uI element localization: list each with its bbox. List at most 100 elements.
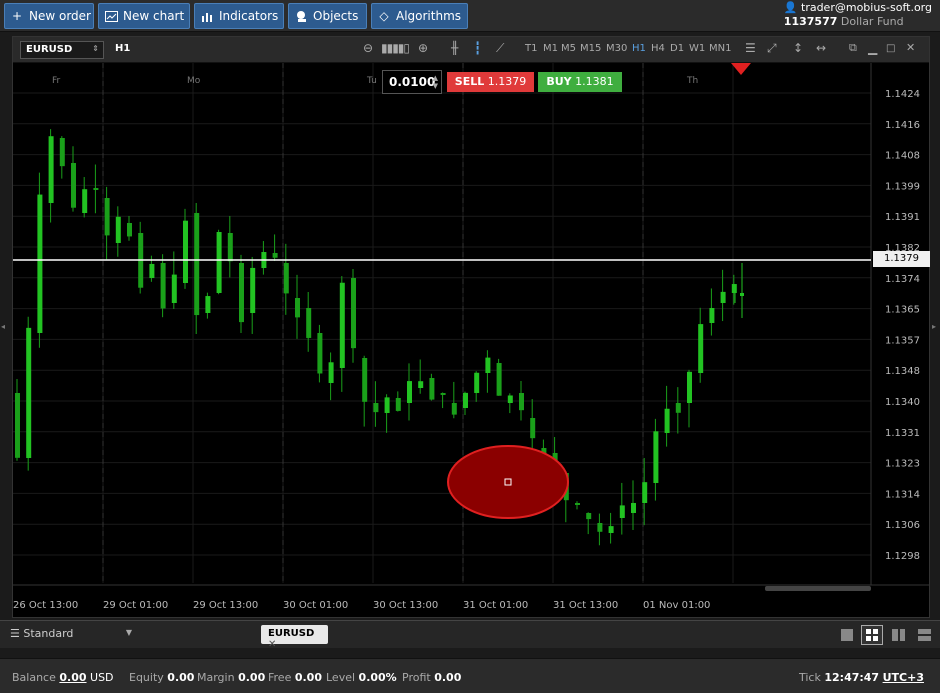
candle-body bbox=[675, 403, 681, 413]
annotation-ellipse bbox=[447, 445, 569, 519]
minimize-icon[interactable]: ▁ bbox=[868, 41, 877, 55]
x-tick-label: 31 Oct 13:00 bbox=[553, 600, 618, 611]
equity-item: Equity 0.00 bbox=[129, 671, 195, 684]
candle-body bbox=[384, 397, 390, 413]
candle-body bbox=[239, 263, 244, 323]
y-tick-label: 1.1298 bbox=[885, 551, 920, 562]
account-info[interactable]: 👤 trader@mobius-soft.org 1137577 Dollar … bbox=[784, 1, 932, 29]
chart-icon bbox=[104, 9, 118, 23]
symbol-selector[interactable]: EURUSD ⇕ bbox=[20, 41, 104, 59]
candle-body bbox=[160, 263, 166, 309]
day-label: Tu bbox=[366, 76, 377, 86]
expand-icon[interactable]: ⤢ bbox=[767, 41, 777, 56]
chevron-updown-icon: ⇕ bbox=[92, 44, 99, 53]
candle-body bbox=[474, 372, 480, 393]
tf-M1[interactable]: M1 bbox=[543, 43, 558, 54]
candle-body bbox=[519, 393, 524, 411]
y-tick-label: 1.1424 bbox=[885, 89, 920, 100]
y-tick-label: 1.1391 bbox=[885, 212, 920, 223]
y-tick-label: 1.1416 bbox=[885, 120, 920, 131]
chart-toolbar: EURUSD ⇕ H1 ⊖ ▮▮▮▮▯ ⊕ ╫ ┇ ⟋ T1 M1 M5 M15 … bbox=[13, 37, 929, 63]
candle-body bbox=[709, 308, 715, 323]
candle-body bbox=[205, 296, 211, 313]
candles-icon[interactable]: ┇ bbox=[474, 41, 481, 55]
tf-M5[interactable]: M5 bbox=[561, 43, 576, 54]
level-item: Level 0.00% bbox=[326, 671, 397, 684]
layout-columns-icon[interactable] bbox=[892, 629, 905, 641]
candle-body bbox=[642, 482, 648, 503]
line-chart-icon[interactable]: ⟋ bbox=[496, 41, 504, 56]
new-order-button[interactable]: + New order bbox=[4, 3, 94, 29]
day-label: Th bbox=[686, 76, 698, 86]
candle-body bbox=[485, 357, 491, 373]
y-tick-label: 1.1399 bbox=[885, 181, 920, 192]
chevron-down-icon: ▼ bbox=[125, 628, 132, 637]
close-icon[interactable]: ✕ bbox=[906, 41, 915, 54]
candle-body bbox=[339, 282, 345, 368]
timezone-selector[interactable]: UTC+3 bbox=[883, 671, 924, 684]
candle-body bbox=[15, 393, 20, 458]
tf-M15[interactable]: M15 bbox=[580, 43, 601, 54]
scrollbar[interactable] bbox=[765, 586, 871, 591]
zoom-out-icon[interactable]: ⊖ bbox=[363, 41, 373, 55]
popout-icon[interactable]: ⧉ bbox=[849, 41, 857, 55]
lot-input[interactable]: 0.0100 ▲ ▼ bbox=[382, 70, 442, 94]
tf-M30[interactable]: M30 bbox=[606, 43, 627, 54]
chart-window: EURUSD ⇕ H1 ⊖ ▮▮▮▮▯ ⊕ ╫ ┇ ⟋ T1 M1 M5 M15 … bbox=[12, 36, 930, 618]
layout-grid-icon[interactable] bbox=[861, 625, 883, 645]
balance-item: Balance 0.00 USD bbox=[12, 671, 114, 684]
candle-body bbox=[295, 298, 300, 318]
buy-button[interactable]: BUY 1.1381 bbox=[538, 72, 622, 92]
top-toolbar: + New order New chart Indicators Objects … bbox=[0, 0, 940, 32]
candle-body bbox=[586, 513, 592, 520]
stepper-icon[interactable]: ▲ ▼ bbox=[433, 74, 438, 90]
tf-H4[interactable]: H4 bbox=[651, 43, 665, 54]
x-tick-label: 26 Oct 13:00 bbox=[13, 600, 78, 611]
candle-body bbox=[407, 381, 412, 403]
layout-single-icon[interactable] bbox=[841, 629, 853, 641]
tf-W1[interactable]: W1 bbox=[689, 43, 705, 54]
left-collapse-arrow[interactable]: ◂ bbox=[1, 322, 9, 334]
vertical-scale-icon[interactable]: ↕ bbox=[793, 41, 803, 55]
tf-MN1[interactable]: MN1 bbox=[709, 43, 731, 54]
algorithms-button[interactable]: ◇ Algorithms bbox=[371, 3, 468, 29]
zoom-slider[interactable]: ▮▮▮▮▯ bbox=[381, 41, 410, 55]
x-tick-label: 29 Oct 01:00 bbox=[103, 600, 168, 611]
indicator-list-icon[interactable]: ☰ bbox=[745, 41, 756, 55]
candle-body bbox=[373, 403, 379, 413]
right-collapse-arrow[interactable]: ▸ bbox=[932, 322, 940, 334]
indicators-button[interactable]: Indicators bbox=[194, 3, 284, 29]
candle-body bbox=[149, 263, 155, 278]
current-timeframe: H1 bbox=[115, 43, 131, 54]
account-status-bar: Balance 0.00 USD Equity 0.00 Margin 0.00… bbox=[0, 658, 940, 693]
account-number: 1137577 bbox=[783, 15, 838, 28]
candle-body bbox=[395, 398, 401, 411]
x-tick-label: 29 Oct 13:00 bbox=[193, 600, 258, 611]
bar-chart-icon[interactable]: ╫ bbox=[451, 41, 458, 55]
price-chart[interactable]: 1.14241.14161.14081.13991.13911.13821.13… bbox=[13, 63, 929, 617]
horizontal-scale-icon[interactable]: ↔ bbox=[816, 41, 826, 55]
free-item: Free 0.00 bbox=[268, 671, 322, 684]
objects-icon bbox=[294, 9, 308, 23]
new-chart-button[interactable]: New chart bbox=[98, 3, 190, 29]
candle-body bbox=[720, 291, 726, 303]
y-tick-label: 1.1306 bbox=[885, 520, 920, 531]
tf-D1[interactable]: D1 bbox=[670, 43, 684, 54]
candle-body bbox=[451, 403, 457, 415]
tf-T1[interactable]: T1 bbox=[525, 43, 537, 54]
current-price-tag: 1.1379 bbox=[873, 251, 930, 267]
maximize-icon[interactable]: □ bbox=[886, 43, 895, 54]
fund-name: Dollar Fund bbox=[840, 15, 904, 28]
layout-selector[interactable]: ☰ Standard ▼ bbox=[10, 627, 132, 640]
y-tick-label: 1.1408 bbox=[885, 151, 920, 162]
candle-body bbox=[227, 233, 233, 262]
objects-button[interactable]: Objects bbox=[288, 3, 367, 29]
zoom-in-icon[interactable]: ⊕ bbox=[418, 41, 428, 55]
tab-eurusd[interactable]: EURUSD ✕ bbox=[261, 625, 328, 650]
user-email: trader@mobius-soft.org bbox=[801, 1, 932, 14]
tf-H1[interactable]: H1 bbox=[632, 43, 646, 54]
layout-rows-icon[interactable] bbox=[918, 629, 931, 641]
sell-button[interactable]: SELL 1.1379 bbox=[447, 72, 534, 92]
candle-body bbox=[59, 138, 65, 167]
candle-body bbox=[530, 418, 536, 439]
